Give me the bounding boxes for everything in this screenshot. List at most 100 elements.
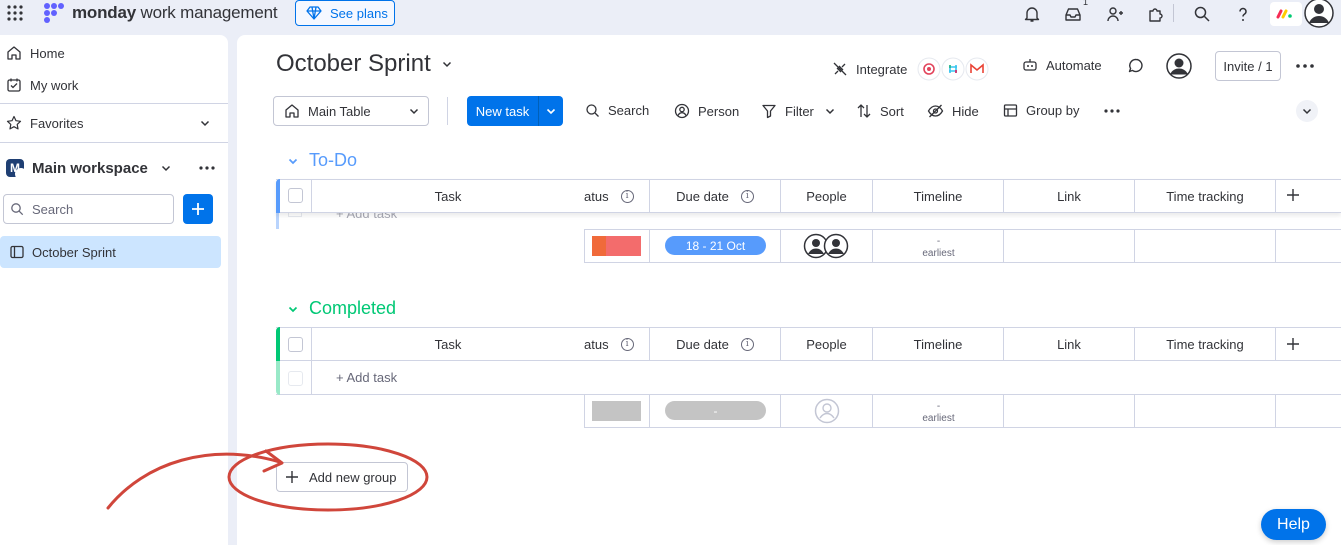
toolbar-search[interactable]: Search: [585, 103, 649, 118]
select-all-checkbox[interactable]: [288, 188, 303, 203]
integrate-plug-icon: [832, 61, 848, 77]
more-options-icon[interactable]: [1103, 108, 1121, 114]
chevron-down-icon: [1301, 105, 1313, 117]
column-header-task[interactable]: Task: [312, 328, 584, 360]
sidebar-item-label: Home: [30, 45, 65, 61]
due-date-summary[interactable]: -: [650, 395, 781, 427]
column-header-link[interactable]: Link: [1004, 180, 1135, 212]
bell-icon[interactable]: [1021, 3, 1043, 25]
filter-button[interactable]: Filter: [761, 103, 836, 119]
sort-button[interactable]: Sort: [856, 103, 904, 119]
info-icon[interactable]: i: [740, 337, 754, 351]
sidebar-item-home[interactable]: Home: [6, 41, 65, 65]
group-by-button[interactable]: Group by: [1003, 103, 1079, 118]
status-summary[interactable]: [585, 395, 650, 427]
user-avatar[interactable]: [1304, 0, 1334, 28]
automate-button[interactable]: Automate: [1022, 57, 1102, 73]
column-header-task[interactable]: Task: [312, 180, 584, 212]
view-selector[interactable]: Main Table: [273, 96, 429, 126]
column-header-label: atus: [584, 336, 609, 352]
column-header-timeline[interactable]: Timeline: [873, 328, 1004, 360]
inbox-icon[interactable]: [1062, 3, 1084, 25]
date-range-pill: 18 - 21 Oct: [665, 236, 766, 255]
collapse-header-button[interactable]: [1296, 100, 1318, 122]
account-logo-icon[interactable]: [1270, 2, 1302, 26]
chevron-down-icon[interactable]: [824, 105, 836, 117]
robot-icon: [1022, 57, 1038, 73]
sidebar-item-october-sprint[interactable]: October Sprint: [0, 236, 221, 268]
add-column-plus-icon[interactable]: [1285, 336, 1301, 352]
column-header-time-tracking[interactable]: Time tracking: [1135, 180, 1276, 212]
more-options-icon[interactable]: [198, 165, 216, 171]
help-question-icon[interactable]: [1232, 3, 1254, 25]
sidebar-item-favorites[interactable]: Favorites: [6, 111, 211, 135]
status-summary-bar: [592, 401, 641, 421]
column-header-link[interactable]: Link: [1004, 328, 1135, 360]
updates-chat-icon[interactable]: [1127, 57, 1145, 75]
column-header-label: Due date: [676, 188, 729, 204]
chevron-down-icon[interactable]: [287, 303, 299, 315]
column-header-due-date[interactable]: Due date i: [650, 328, 781, 360]
filter-funnel-icon: [761, 103, 777, 119]
select-all-checkbox[interactable]: [288, 337, 303, 352]
help-button[interactable]: Help: [1261, 509, 1326, 540]
due-date-summary[interactable]: 18 - 21 Oct: [650, 230, 781, 262]
column-header-timeline[interactable]: Timeline: [873, 180, 1004, 212]
column-header-label: Link: [1057, 336, 1081, 352]
add-item-button[interactable]: [183, 194, 213, 224]
sidebar-item-my-work[interactable]: My work: [6, 73, 78, 97]
filter-label: Filter: [785, 103, 814, 119]
link-summary: [1004, 230, 1135, 262]
apps-puzzle-icon[interactable]: [1145, 3, 1167, 25]
invite-member-icon[interactable]: [1104, 3, 1126, 25]
timeline-summary-dash: -: [936, 236, 941, 247]
home-icon: [6, 45, 22, 61]
invite-button[interactable]: Invite / 1: [1215, 51, 1281, 81]
todo-add-task-row: [276, 212, 1341, 229]
column-header-time-tracking[interactable]: Time tracking: [1135, 328, 1276, 360]
chevron-down-icon[interactable]: [287, 155, 299, 167]
people-avatars-icon: [803, 233, 851, 259]
new-task-button[interactable]: New task: [467, 96, 563, 126]
column-header-status[interactable]: atus i: [584, 180, 650, 212]
info-icon[interactable]: i: [620, 189, 634, 203]
search-placeholder: Search: [32, 201, 74, 217]
more-options-icon[interactable]: [1295, 63, 1315, 69]
group-header-completed[interactable]: Completed: [287, 298, 396, 319]
search-icon[interactable]: [1191, 3, 1213, 25]
people-summary[interactable]: [781, 395, 873, 427]
group-color-bar: [276, 212, 279, 229]
add-column-plus-icon[interactable]: [1285, 187, 1301, 203]
info-icon[interactable]: i: [740, 189, 754, 203]
board-title[interactable]: October Sprint: [276, 50, 453, 78]
column-header-status[interactable]: atus i: [584, 328, 650, 360]
people-summary[interactable]: [781, 230, 873, 262]
help-label: Help: [1277, 515, 1310, 533]
status-summary[interactable]: [585, 230, 650, 262]
apps-grid-icon[interactable]: [6, 4, 24, 22]
hide-label: Hide: [952, 103, 979, 119]
diamond-icon: [306, 6, 322, 20]
column-header-people[interactable]: People: [781, 328, 873, 360]
person-filter-button[interactable]: Person: [674, 103, 739, 119]
column-header-due-date[interactable]: Due date i: [650, 180, 781, 212]
info-icon[interactable]: i: [620, 337, 634, 351]
view-label: Main Table: [308, 103, 371, 119]
column-header-label: Link: [1057, 188, 1081, 204]
hide-button[interactable]: Hide: [927, 103, 979, 119]
group-header-todo[interactable]: To-Do: [287, 150, 357, 171]
automate-label: Automate: [1046, 57, 1102, 73]
workspace-selector[interactable]: M Main workspace: [6, 156, 216, 180]
group-color-bar: [276, 361, 280, 395]
sidebar-search-input[interactable]: Search: [3, 194, 174, 224]
see-plans-button[interactable]: See plans: [295, 0, 395, 26]
integrate-button[interactable]: Integrate: [832, 57, 993, 81]
brand-name: monday work management: [72, 3, 278, 22]
add-task-input[interactable]: + Add task: [336, 370, 397, 385]
new-task-dropdown[interactable]: [538, 96, 563, 126]
column-header-people[interactable]: People: [781, 180, 873, 212]
search-icon: [10, 202, 24, 216]
board-owner-avatar[interactable]: [1166, 53, 1192, 79]
integration-apps-icons: [917, 57, 993, 81]
group-title: To-Do: [309, 150, 358, 170]
